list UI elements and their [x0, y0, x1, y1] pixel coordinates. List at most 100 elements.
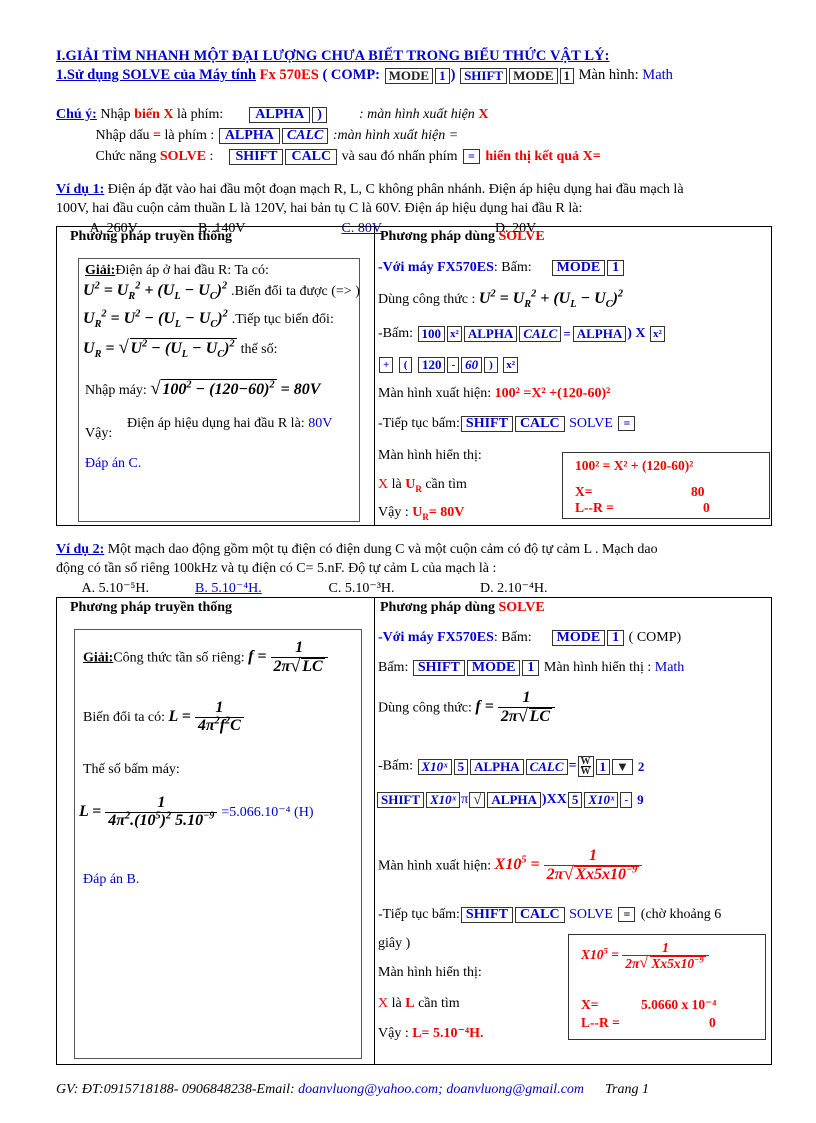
key-close-paren-ex1[interactable]: ): [627, 326, 632, 341]
example1-display-line-1: 100² = X² + (120-60)²: [575, 458, 694, 473]
example2-option-c[interactable]: C. 5.10⁻³H.: [329, 579, 477, 598]
example1-eq3-tail: thế số:: [240, 342, 278, 357]
example2-options: A. 5.10⁻⁵H. B. 5.10⁻⁴H. C. 5.10⁻³H. D. 2…: [56, 579, 772, 598]
example1-calc-label: -Với máy FX570ES: [378, 260, 494, 275]
key-calc-ex1[interactable]: CALC: [519, 325, 562, 342]
example2-vay-word: Vậy :: [378, 1026, 409, 1041]
note-r2-b: là phím :: [164, 128, 215, 143]
key-x10x-c[interactable]: X10ˣ: [584, 791, 619, 808]
example1-conclusion-text: Điện áp hiệu dụng hai đầu R là:: [127, 416, 305, 431]
example2-substitute-label: Thế số bấm máy:: [83, 762, 180, 777]
example2-option-a[interactable]: A. 5.10⁻⁵H.: [82, 579, 192, 598]
key-alpha-ex1[interactable]: ALPHA: [463, 325, 518, 342]
key-1-ex2-c[interactable]: 1: [595, 758, 611, 775]
key-x10x-b[interactable]: X10ˣ: [426, 791, 461, 808]
key-minus-ex2[interactable]: -: [620, 791, 633, 808]
note-r2-a: Nhập dấu: [95, 128, 150, 143]
note-r2-c: :màn hình xuất hiện =: [332, 128, 459, 143]
example2-prompt-2: động có tần số riêng 100kHz và tụ điện c…: [56, 561, 497, 576]
key-120[interactable]: 120: [417, 356, 446, 373]
key-down-arrow-icon[interactable]: ▼: [612, 758, 633, 775]
example2-numeric-result: =5.066.10⁻⁴ (H): [221, 804, 314, 820]
example2-option-b[interactable]: B. 5.10⁻⁴H.: [195, 579, 325, 598]
key-calc[interactable]: CALC: [281, 127, 329, 144]
key-1-ex2-b[interactable]: 1: [522, 659, 540, 676]
example2-right-row-1: -Với máy FX570ES: Bấm: MODE 1 ( COMP): [378, 628, 681, 647]
key-open-paren[interactable]: (: [398, 356, 413, 373]
example1-continue-label: -Tiếp tục bấm:: [378, 416, 460, 431]
example1-x-meaning: X là UR cần tìm: [378, 475, 467, 494]
example1-conclusion-value: 80V: [308, 416, 333, 431]
key-fraction[interactable]: WW: [577, 756, 594, 777]
key-equals[interactable]: =: [463, 149, 480, 165]
example2-x-symbol: X: [378, 996, 389, 1011]
example2-prompt-1: Một mạch dao động gồm một tụ điện có điệ…: [107, 542, 658, 557]
key-sqrt-icon[interactable]: √: [469, 791, 486, 808]
key-plus[interactable]: +: [379, 356, 394, 373]
key-equals-ex2-b[interactable]: =: [618, 907, 636, 923]
key-60[interactable]: 60: [461, 356, 483, 373]
calculator-model: Fx 570ES: [259, 67, 319, 84]
key-shift-ex2-c[interactable]: SHIFT: [460, 906, 513, 923]
key-2[interactable]: 2: [634, 759, 648, 774]
example2-option-d[interactable]: D. 2.10⁻⁴H.: [480, 579, 548, 598]
key-1-ex2[interactable]: 1: [607, 629, 625, 646]
key-pi[interactable]: π: [461, 792, 468, 807]
example2-formula-row: Dùng công thức: f = 12πLC: [378, 689, 556, 726]
footer-email-2[interactable]: doanvluong@gmail.com: [446, 1082, 584, 1097]
key-close-paren-b[interactable]: ): [484, 356, 498, 373]
key-x-var-ex2[interactable]: X: [547, 792, 557, 807]
key-5[interactable]: 5: [453, 758, 469, 775]
key-mode-ex1[interactable]: MODE: [551, 259, 606, 276]
key-x-var-ex1[interactable]: X: [635, 326, 645, 341]
example2-transform-label: Biến đổi ta có:: [83, 709, 166, 725]
example1-eq1-tail: .Biến đổi ta được (=> ): [231, 284, 360, 299]
key-calc-ex1-b[interactable]: CALC: [514, 415, 565, 432]
note-variable-x: biến X: [134, 107, 174, 122]
key-equals-ex2[interactable]: =: [569, 759, 577, 774]
key-calc-2[interactable]: CALC: [285, 148, 338, 165]
example2-transform-line: Biến đổi ta có: L = 1 4π2f2C: [83, 699, 244, 735]
example1-giai-label: Giải:: [85, 263, 116, 278]
key-alpha[interactable]: ALPHA: [249, 106, 311, 123]
key-alpha-ex2-b[interactable]: ALPHA: [487, 791, 541, 808]
example1-solve-word: SOLVE: [569, 416, 613, 431]
key-1[interactable]: 1: [435, 67, 450, 84]
key-1-ex1[interactable]: 1: [607, 259, 625, 276]
key-5-ex2[interactable]: 5: [567, 791, 583, 808]
example1-calc-press: : Bấm:: [493, 260, 532, 275]
key-9[interactable]: 9: [634, 792, 647, 807]
key-calc-ex2-b[interactable]: CALC: [514, 906, 565, 923]
key-shift-ex2-b[interactable]: SHIFT: [377, 791, 425, 808]
key-alpha-ex2[interactable]: ALPHA: [470, 758, 524, 775]
key-alpha-2[interactable]: ALPHA: [218, 127, 280, 144]
key-alpha-ex1-b[interactable]: ALPHA: [572, 325, 627, 342]
example1-display-x-label: X=: [575, 484, 593, 499]
example1-eq3-math: UR = U2 − (UL − UC)2: [83, 338, 241, 360]
key-close-paren[interactable]: ): [312, 106, 327, 123]
example2-display-x-label: X=: [581, 997, 599, 1012]
key-1-b[interactable]: 1: [559, 67, 575, 84]
key-x-squared-b[interactable]: x²: [650, 325, 665, 342]
key-equals-ex1-b[interactable]: =: [618, 416, 636, 432]
key-shift-ex1[interactable]: SHIFT: [460, 415, 513, 432]
key-shift-2[interactable]: SHIFT: [229, 148, 284, 165]
footer-email-1[interactable]: doanvluong@yahoo.com;: [298, 1082, 443, 1097]
key-x10x[interactable]: X10ˣ: [417, 758, 452, 775]
key-shift[interactable]: SHIFT: [460, 67, 508, 84]
key-x-squared-c[interactable]: x²: [503, 356, 519, 373]
key-100[interactable]: 100: [417, 325, 445, 342]
key-mode-2[interactable]: MODE: [509, 67, 558, 84]
key-x-squared[interactable]: x²: [447, 325, 462, 342]
key-mode-ex2[interactable]: MODE: [551, 629, 606, 646]
key-mode[interactable]: MODE: [384, 67, 434, 84]
example2-formula-label: Dùng công thức:: [378, 700, 472, 716]
key-minus[interactable]: -: [447, 356, 460, 373]
key-times-ex2[interactable]: X: [557, 792, 567, 807]
example2-wait-note-2: giây ): [378, 936, 411, 951]
key-equals-ex1[interactable]: =: [563, 326, 571, 341]
key-calc-ex2[interactable]: CALC: [525, 758, 568, 775]
key-shift-ex2[interactable]: SHIFT: [412, 659, 465, 676]
page-title: I.GIẢI TÌM NHANH MỘT ĐẠI LƯỢNG CHƯA BIẾT…: [56, 48, 610, 64]
key-mode-ex2-b[interactable]: MODE: [466, 659, 521, 676]
